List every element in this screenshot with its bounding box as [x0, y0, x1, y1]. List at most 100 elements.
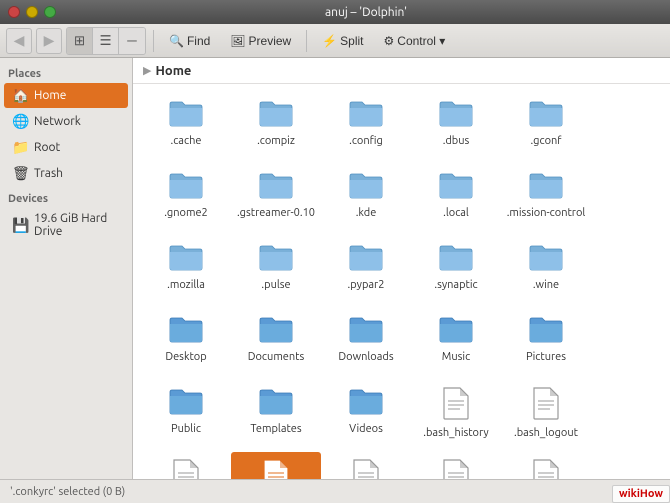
file-label-gconf: .gconf	[531, 135, 562, 148]
file-label-documents: Documents	[248, 351, 305, 364]
hdd-icon: 💾	[12, 217, 28, 234]
preview-button[interactable]: 🖼 Preview	[222, 30, 299, 52]
home-icon: 🏠	[12, 87, 28, 104]
forward-button[interactable]: ▶	[36, 28, 62, 54]
file-item-kde[interactable]: .kde	[321, 164, 411, 236]
file-label-bash_history: .bash_history	[423, 427, 488, 440]
file-item-cache[interactable]: .cache	[141, 92, 231, 164]
file-label-cache: .cache	[171, 135, 202, 148]
file-item-bash_logout[interactable]: .bash_logout	[501, 380, 591, 452]
file-icon-desktop	[168, 314, 204, 349]
devices-label: Devices	[0, 187, 132, 207]
minimize-button[interactable]	[26, 6, 38, 18]
file-item-dmrc[interactable]: .dmrc	[411, 452, 501, 479]
places-label: Places	[0, 62, 132, 82]
file-item-config[interactable]: .config	[321, 92, 411, 164]
statusbar: '.conkyrc' selected (0 B)	[0, 479, 670, 503]
control-button[interactable]: ⚙ Control ▾	[376, 30, 454, 52]
sidebar-item-network[interactable]: 🌐 Network	[4, 109, 128, 134]
file-icon-wine	[528, 242, 564, 277]
file-item-pictures[interactable]: Pictures	[501, 308, 591, 380]
file-item-goutputstream[interactable]: .goutputstream-JVUYWW	[501, 452, 591, 479]
close-button[interactable]	[8, 6, 20, 18]
file-icon-bashrc	[172, 458, 200, 479]
file-label-gstreamer: .gstreamer-0.10	[237, 207, 315, 220]
titlebar: anuj – 'Dolphin'	[0, 0, 670, 24]
file-item-pypar2[interactable]: .pypar2	[321, 236, 411, 308]
split-button[interactable]: ⚡ Split	[314, 30, 371, 52]
file-icon-bash_logout	[532, 386, 560, 425]
file-item-directory[interactable]: .directory	[321, 452, 411, 479]
sidebar-item-trash[interactable]: 🗑 Trash	[4, 161, 128, 186]
sidebar-item-home[interactable]: 🏠 Home	[4, 83, 128, 108]
view-mode-group: ⊞ ☰ ─	[66, 27, 146, 55]
file-item-conkyrc[interactable]: .conkyrc	[231, 452, 321, 479]
file-item-templates[interactable]: Templates	[231, 380, 321, 452]
file-icon-videos	[348, 386, 384, 421]
file-item-desktop[interactable]: Desktop	[141, 308, 231, 380]
file-icon-pictures	[528, 314, 564, 349]
file-label-bash_logout: .bash_logout	[514, 427, 578, 440]
control-icon: ⚙	[384, 34, 395, 48]
file-item-compiz[interactable]: .compiz	[231, 92, 321, 164]
file-label-synaptic: .synaptic	[434, 279, 477, 292]
sidebar-item-root[interactable]: 📁 Root	[4, 135, 128, 160]
file-item-bashrc[interactable]: .bashrc	[141, 452, 231, 479]
file-icon-missionctrl	[528, 170, 564, 205]
file-item-local[interactable]: .local	[411, 164, 501, 236]
file-item-synaptic[interactable]: .synaptic	[411, 236, 501, 308]
file-item-mozilla[interactable]: .mozilla	[141, 236, 231, 308]
wikihow-badge: wikiHow	[612, 485, 670, 503]
file-icon-conkyrc	[262, 458, 290, 479]
file-icon-cache	[168, 98, 204, 133]
file-item-pulse[interactable]: .pulse	[231, 236, 321, 308]
preview-icon: 🖼	[230, 34, 245, 48]
sidebar-item-hdd[interactable]: 💾 19.6 GiB Hard Drive	[4, 208, 128, 242]
file-icon-local	[438, 170, 474, 205]
file-label-missionctrl: .mission-control	[507, 207, 586, 220]
icon-view-button[interactable]: ⊞	[67, 28, 93, 54]
file-icon-templates	[258, 386, 294, 421]
file-label-wine: .wine	[533, 279, 559, 292]
file-item-public[interactable]: Public	[141, 380, 231, 452]
file-label-pictures: Pictures	[526, 351, 566, 364]
file-icon-gconf	[528, 98, 564, 133]
file-icon-synaptic	[438, 242, 474, 277]
file-icon-gstreamer	[258, 170, 294, 205]
file-icon-gnome2	[168, 170, 204, 205]
file-label-gnome2: .gnome2	[164, 207, 207, 220]
separator	[153, 30, 154, 52]
file-item-missionctrl[interactable]: .mission-control	[501, 164, 591, 236]
file-grid: .cache .compiz .config .dbus .gconf .gno…	[133, 84, 670, 479]
file-label-templates: Templates	[250, 423, 301, 436]
file-item-documents[interactable]: Documents	[231, 308, 321, 380]
file-item-gnome2[interactable]: .gnome2	[141, 164, 231, 236]
file-item-downloads[interactable]: Downloads	[321, 308, 411, 380]
file-icon-compiz	[258, 98, 294, 133]
file-icon-dmrc	[442, 458, 470, 479]
find-icon: 🔍	[169, 34, 184, 48]
compact-view-button[interactable]: ☰	[93, 28, 119, 54]
file-item-gstreamer[interactable]: .gstreamer-0.10	[231, 164, 321, 236]
file-label-public: Public	[171, 423, 201, 436]
file-item-gconf[interactable]: .gconf	[501, 92, 591, 164]
split-icon: ⚡	[322, 34, 337, 48]
file-icon-bash_history	[442, 386, 470, 425]
file-item-videos[interactable]: Videos	[321, 380, 411, 452]
breadcrumb-arrow: ▶	[143, 64, 151, 77]
file-item-wine[interactable]: .wine	[501, 236, 591, 308]
network-icon: 🌐	[12, 113, 28, 130]
file-label-videos: Videos	[349, 423, 383, 436]
separator2	[306, 30, 307, 52]
find-button[interactable]: 🔍 Find	[161, 30, 218, 52]
back-button[interactable]: ◀	[6, 28, 32, 54]
detail-view-button[interactable]: ─	[119, 28, 145, 54]
file-item-music[interactable]: Music	[411, 308, 501, 380]
maximize-button[interactable]	[44, 6, 56, 18]
file-icon-mozilla	[168, 242, 204, 277]
file-item-bash_history[interactable]: .bash_history	[411, 380, 501, 452]
file-item-dbus[interactable]: .dbus	[411, 92, 501, 164]
breadcrumb: ▶ Home	[133, 58, 670, 84]
file-icon-music	[438, 314, 474, 349]
file-icon-pulse	[258, 242, 294, 277]
